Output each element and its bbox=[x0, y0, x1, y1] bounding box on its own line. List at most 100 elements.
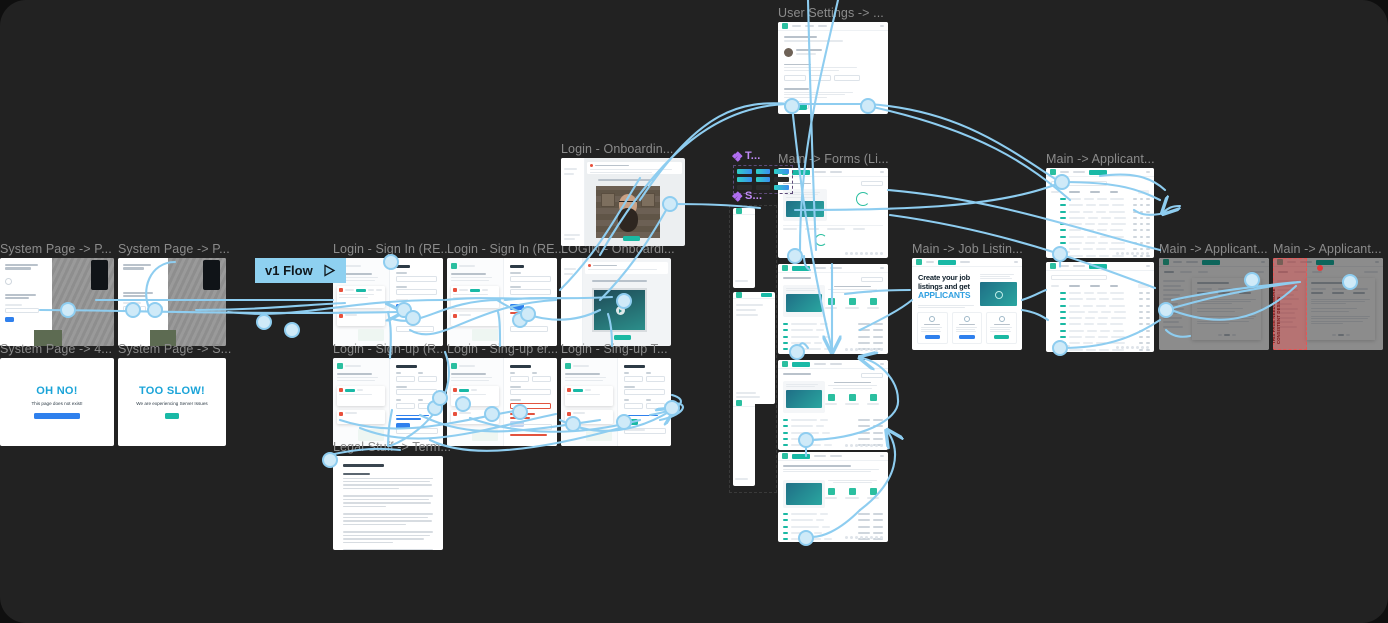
mobile-frame-3[interactable] bbox=[733, 400, 755, 486]
signup-form[interactable] bbox=[618, 358, 671, 446]
component-chip[interactable] bbox=[774, 177, 789, 182]
resume-pager[interactable] bbox=[1331, 334, 1350, 336]
frame-login-signup-terms[interactable]: Login - Sing-up T... bbox=[561, 342, 671, 446]
data-table[interactable] bbox=[1060, 197, 1150, 258]
signup-form[interactable] bbox=[390, 358, 443, 446]
frame-user-settings[interactable]: User Settings -> ... bbox=[778, 6, 888, 114]
forms-toolbar[interactable] bbox=[783, 373, 883, 378]
frame-main-applicants-2[interactable] bbox=[1046, 262, 1154, 352]
component-chip[interactable] bbox=[737, 177, 752, 182]
sso-button[interactable] bbox=[510, 326, 549, 332]
nav-active-tab[interactable] bbox=[938, 259, 956, 265]
nav-active-tab[interactable] bbox=[1202, 259, 1220, 265]
frame-main-forms-2[interactable] bbox=[778, 264, 888, 354]
login-form[interactable] bbox=[390, 258, 443, 346]
detail-tabs[interactable] bbox=[1164, 271, 1264, 273]
app-navbar[interactable] bbox=[912, 258, 1022, 267]
detail-sidelist[interactable] bbox=[1277, 280, 1301, 328]
pagination[interactable] bbox=[1116, 346, 1149, 349]
confirm-password-field[interactable] bbox=[646, 402, 665, 409]
last-name-field[interactable] bbox=[532, 375, 551, 382]
component-chip[interactable] bbox=[755, 177, 771, 182]
app-navbar[interactable] bbox=[778, 168, 888, 177]
login-form[interactable] bbox=[504, 258, 557, 346]
signup-submit-button[interactable] bbox=[624, 419, 639, 426]
nav-active-tab[interactable] bbox=[792, 265, 810, 271]
detail-tabs[interactable] bbox=[1278, 271, 1378, 273]
nav-active-tab[interactable] bbox=[792, 453, 810, 459]
nav-active-tab[interactable] bbox=[1316, 259, 1334, 265]
settings-buttons[interactable] bbox=[784, 74, 882, 81]
figjam-canvas[interactable]: v1 Flow T... S... System Page -> P... Sy… bbox=[0, 0, 1388, 623]
email-field[interactable] bbox=[510, 389, 551, 395]
frame-main-forms-4[interactable] bbox=[778, 452, 888, 542]
hero-submit-button[interactable] bbox=[5, 316, 15, 322]
error-action-button[interactable] bbox=[165, 413, 179, 419]
library-group-s[interactable]: S... bbox=[732, 190, 793, 205]
password-field[interactable] bbox=[510, 289, 551, 295]
search-input[interactable] bbox=[1051, 181, 1108, 186]
pagination[interactable] bbox=[845, 252, 883, 255]
login-submit-button[interactable] bbox=[510, 304, 525, 311]
mobile-cta[interactable] bbox=[761, 293, 772, 297]
app-navbar[interactable] bbox=[778, 452, 888, 461]
pagination[interactable] bbox=[1116, 252, 1149, 255]
app-navbar[interactable] bbox=[778, 22, 888, 31]
app-navbar[interactable] bbox=[1046, 262, 1154, 271]
frame-main-job-listing[interactable]: Main -> Job Listin... Create your job li… bbox=[912, 242, 1023, 350]
new-form-button[interactable] bbox=[861, 277, 883, 282]
new-form-button[interactable] bbox=[861, 181, 883, 186]
data-table[interactable] bbox=[1060, 291, 1150, 352]
onboarding-next-button[interactable] bbox=[623, 236, 641, 241]
frame-legal-terms[interactable]: Legal Stuff -> Term... bbox=[333, 440, 451, 550]
sso-button[interactable] bbox=[396, 428, 439, 434]
component-chip[interactable] bbox=[774, 169, 789, 174]
app-navbar[interactable] bbox=[778, 360, 888, 369]
frame-main-forms-3[interactable] bbox=[778, 360, 888, 450]
onboarding-video-thumbnail[interactable] bbox=[595, 186, 661, 238]
library-group-t[interactable]: T... bbox=[732, 150, 793, 194]
frame-login-signin-1[interactable]: Login - Sign In (RE... bbox=[333, 242, 451, 346]
email-field[interactable] bbox=[396, 389, 437, 395]
email-field[interactable] bbox=[624, 389, 665, 395]
nav-active-tab[interactable] bbox=[792, 361, 810, 367]
frame-system-page-404[interactable]: System Page -> 4... OH NO! This page doe… bbox=[0, 342, 114, 446]
frame-login-onboarding-small[interactable]: LOGIN - Onboardi... bbox=[561, 242, 675, 346]
frame-main-forms[interactable]: Main -> Forms (Li... bbox=[778, 152, 889, 258]
app-navbar[interactable] bbox=[1159, 258, 1269, 267]
pagination[interactable] bbox=[845, 536, 883, 539]
password-field[interactable] bbox=[396, 402, 416, 409]
detail-sidelist[interactable] bbox=[1163, 280, 1187, 328]
frame-main-applicants-top[interactable]: Main -> Applicant... bbox=[1046, 152, 1155, 258]
error-action-button[interactable] bbox=[34, 413, 80, 419]
first-name-field[interactable] bbox=[624, 375, 644, 382]
filter-button[interactable] bbox=[1137, 284, 1149, 288]
component-chip[interactable] bbox=[737, 169, 752, 174]
last-name-field[interactable] bbox=[646, 375, 665, 382]
first-name-field[interactable] bbox=[396, 375, 416, 382]
app-navbar[interactable] bbox=[778, 264, 888, 273]
frame-main-applicant-detail-2[interactable]: Main -> Applicant... THIS PAGE NEEDS MOR… bbox=[1273, 242, 1383, 350]
sso-button[interactable] bbox=[510, 424, 553, 430]
code-input-group[interactable] bbox=[123, 305, 163, 312]
save-settings-button[interactable] bbox=[785, 104, 807, 110]
forms-toolbar[interactable] bbox=[783, 181, 883, 186]
nav-active-tab[interactable] bbox=[1089, 169, 1107, 175]
password-field[interactable] bbox=[510, 402, 551, 409]
onboarding-next-button[interactable] bbox=[613, 335, 632, 340]
signup-form[interactable] bbox=[504, 358, 557, 446]
v1-flow-button[interactable]: v1 Flow bbox=[255, 258, 346, 283]
password-field[interactable] bbox=[396, 289, 437, 295]
pagination[interactable] bbox=[845, 348, 883, 351]
app-navbar[interactable] bbox=[1273, 258, 1383, 267]
first-name-field[interactable] bbox=[510, 375, 530, 382]
frame-login-signup-1[interactable]: Login - Sign-up (R... bbox=[333, 342, 447, 446]
confirm-password-field[interactable] bbox=[418, 402, 437, 409]
frame-system-page-503[interactable]: System Page -> S... TOO SLOW! We are exp… bbox=[118, 342, 231, 446]
resume-pager[interactable] bbox=[1217, 334, 1236, 336]
sso-button[interactable] bbox=[396, 326, 435, 332]
nav-active-tab[interactable] bbox=[1089, 263, 1107, 269]
sso-button[interactable] bbox=[624, 428, 667, 434]
frame-login-signup-error[interactable]: Login - Sing-up er... bbox=[447, 342, 558, 446]
frame-system-page-1[interactable]: System Page -> P... bbox=[0, 242, 114, 346]
